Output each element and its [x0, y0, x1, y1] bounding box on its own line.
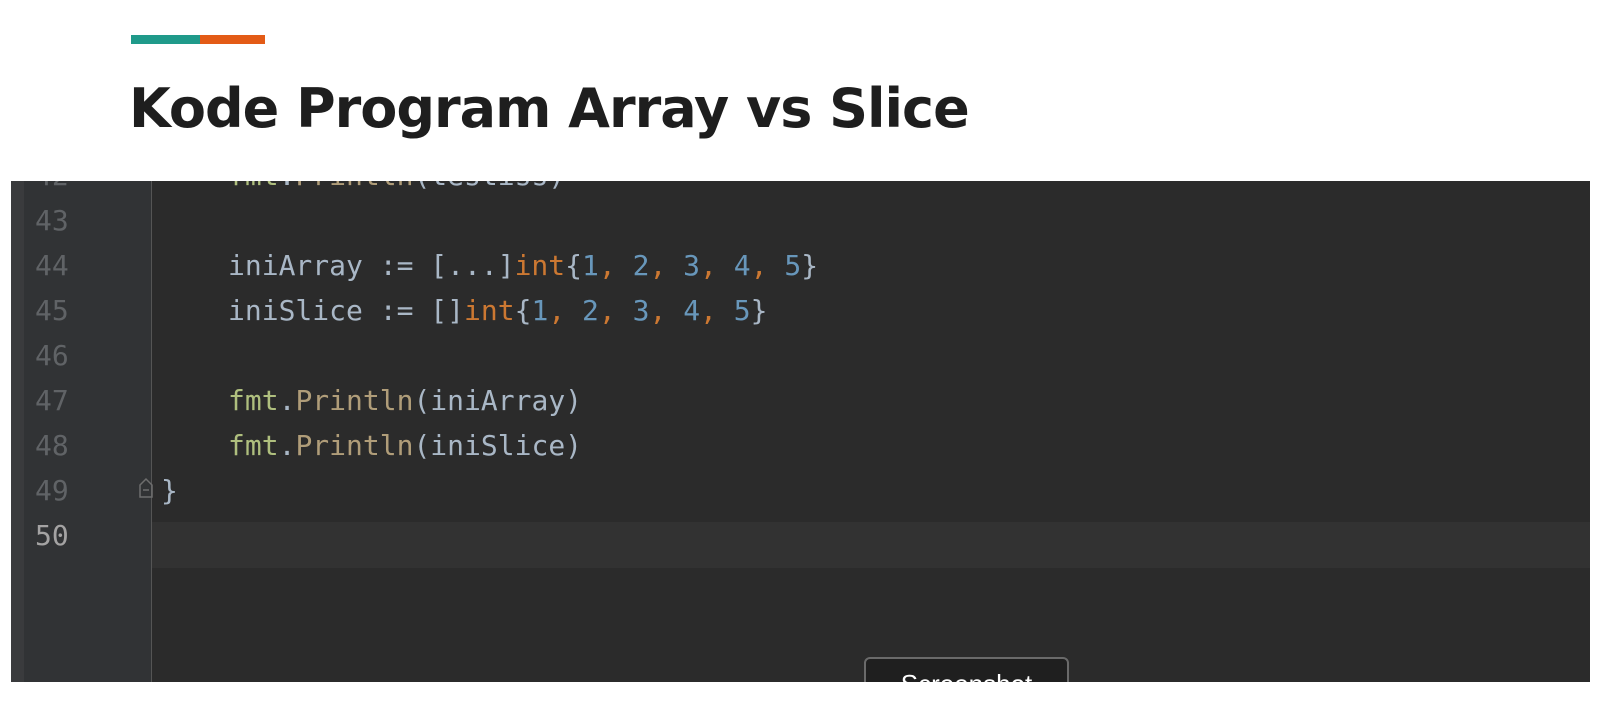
- code-token: int: [464, 294, 515, 327]
- code-line[interactable]: 42 fmt.Println(testiss): [11, 181, 1590, 199]
- code-text: fmt.Println(iniArray): [228, 378, 582, 424]
- code-token: .: [278, 384, 296, 417]
- code-token: ,: [598, 249, 633, 282]
- code-token: {: [565, 249, 583, 282]
- code-line[interactable]: 45 iniSlice := []int{1, 2, 3, 4, 5}: [11, 288, 1590, 334]
- code-token: (iniArray): [413, 384, 583, 417]
- code-line[interactable]: 48 fmt.Println(iniSlice): [11, 423, 1590, 469]
- code-token: Println: [295, 429, 414, 462]
- code-token: iniArray := [...]: [228, 249, 515, 282]
- code-token: 5: [733, 294, 751, 327]
- code-token: ,: [548, 294, 583, 327]
- code-token: ,: [598, 294, 633, 327]
- code-editor[interactable]: 42fmt.Println(testiss)4344iniArray := [.…: [11, 181, 1590, 701]
- code-token: }: [161, 474, 178, 507]
- code-token: .: [278, 429, 296, 462]
- code-text: iniSlice := []int{1, 2, 3, 4, 5}: [228, 288, 767, 334]
- code-token: }: [750, 294, 768, 327]
- code-line[interactable]: 44 iniArray := [...]int{1, 2, 3, 4, 5}: [11, 243, 1590, 289]
- code-token: ,: [700, 249, 734, 282]
- code-line[interactable]: 50: [11, 513, 1590, 559]
- code-token: 5: [784, 249, 802, 282]
- code-token: 1: [582, 249, 599, 282]
- code-token: .: [279, 181, 296, 192]
- line-number: 48: [35, 429, 69, 462]
- code-line[interactable]: 46: [11, 333, 1590, 379]
- code-token: int: [514, 249, 566, 282]
- accent-segment-orange: [200, 35, 265, 44]
- code-text: fmt.Println(testiss): [228, 181, 565, 199]
- code-token: (iniSlice): [413, 429, 583, 462]
- code-token: 4: [683, 294, 701, 327]
- line-number: 47: [35, 384, 69, 417]
- page-background-bottom: [0, 682, 1602, 716]
- line-number: 43: [35, 204, 69, 237]
- code-token: }: [801, 249, 819, 282]
- code-text: fmt.Println(iniSlice): [228, 423, 582, 469]
- line-number: 46: [35, 339, 69, 372]
- code-token: 2: [632, 249, 650, 282]
- code-token: 3: [683, 249, 701, 282]
- code-token: fmt: [228, 181, 279, 192]
- code-token: iniSlice := []: [228, 294, 465, 327]
- code-token: (testiss): [413, 181, 565, 192]
- code-token: ,: [700, 294, 734, 327]
- line-number: 50: [35, 519, 69, 552]
- code-token: ,: [750, 249, 785, 282]
- page-title: Kode Program Array vs Slice: [129, 77, 970, 140]
- code-token: 1: [531, 294, 549, 327]
- code-token: 2: [582, 294, 599, 327]
- line-number: 45: [35, 294, 69, 327]
- code-text: iniArray := [...]int{1, 2, 3, 4, 5}: [228, 243, 818, 289]
- line-number: 49: [35, 474, 69, 507]
- code-token: fmt: [228, 429, 279, 462]
- code-token: 4: [733, 249, 751, 282]
- code-token: Println: [295, 384, 414, 417]
- code-line[interactable]: 43: [11, 198, 1590, 244]
- code-token: fmt: [228, 384, 279, 417]
- code-token: 3: [632, 294, 650, 327]
- line-number: 44: [35, 249, 69, 282]
- code-token: {: [514, 294, 532, 327]
- code-token: Println: [295, 181, 413, 192]
- code-text: }: [161, 468, 178, 514]
- fold-end-icon[interactable]: [138, 477, 154, 499]
- code-token: ,: [649, 249, 684, 282]
- code-token: ,: [649, 294, 684, 327]
- code-line[interactable]: 47 fmt.Println(iniArray): [11, 378, 1590, 424]
- title-accent-bar: [131, 35, 265, 44]
- line-number: 42: [35, 181, 95, 199]
- accent-segment-teal: [131, 35, 200, 44]
- code-line[interactable]: 49}: [11, 468, 1590, 514]
